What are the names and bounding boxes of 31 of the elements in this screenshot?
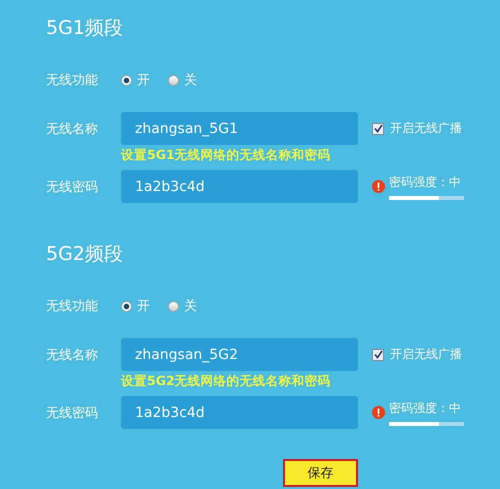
radio-option[interactable]: 关 xyxy=(168,71,197,89)
radio-icon[interactable] xyxy=(121,300,132,312)
field-label: 无线密码 xyxy=(46,404,99,422)
radio-icon[interactable] xyxy=(121,74,132,86)
radio-icon[interactable] xyxy=(168,74,179,86)
warning-icon xyxy=(372,406,385,419)
field-label: 无线功能 xyxy=(46,72,99,89)
warning-icon xyxy=(372,180,385,193)
field-label: 无线密码 xyxy=(46,178,99,196)
radio-option[interactable]: 关 xyxy=(168,297,197,315)
section-title: 5G1频段 xyxy=(46,16,124,41)
radio-icon[interactable] xyxy=(168,300,179,312)
section-title: 5G2频段 xyxy=(46,242,124,267)
annotation-text: 设置5G1无线网络的无线名称和密码 xyxy=(120,146,332,164)
checkbox[interactable] xyxy=(372,122,384,134)
strength-label: 密码强度：中 xyxy=(389,174,462,190)
checkbox[interactable] xyxy=(372,348,384,360)
field-label: 无线功能 xyxy=(46,298,99,315)
annotation-text: 设置5G2无线网络的无线名称和密码 xyxy=(120,372,332,390)
field-label: 无线名称 xyxy=(46,120,99,138)
field-label: 无线名称 xyxy=(46,346,99,364)
input-field[interactable]: zhangsan_5G1 xyxy=(121,112,358,145)
checkbox-label: 开启无线广播 xyxy=(390,346,462,363)
input-field[interactable]: 1a2b3c4d xyxy=(121,170,358,203)
save-button[interactable]: 保存 xyxy=(283,459,358,487)
input-field[interactable]: 1a2b3c4d xyxy=(121,396,358,429)
radio-option[interactable]: 开 xyxy=(121,297,150,315)
input-field[interactable]: zhangsan_5G2 xyxy=(121,338,358,371)
radio-option[interactable]: 开 xyxy=(121,71,150,89)
checkbox-label: 开启无线广播 xyxy=(390,120,462,137)
strength-label: 密码强度：中 xyxy=(389,400,462,416)
